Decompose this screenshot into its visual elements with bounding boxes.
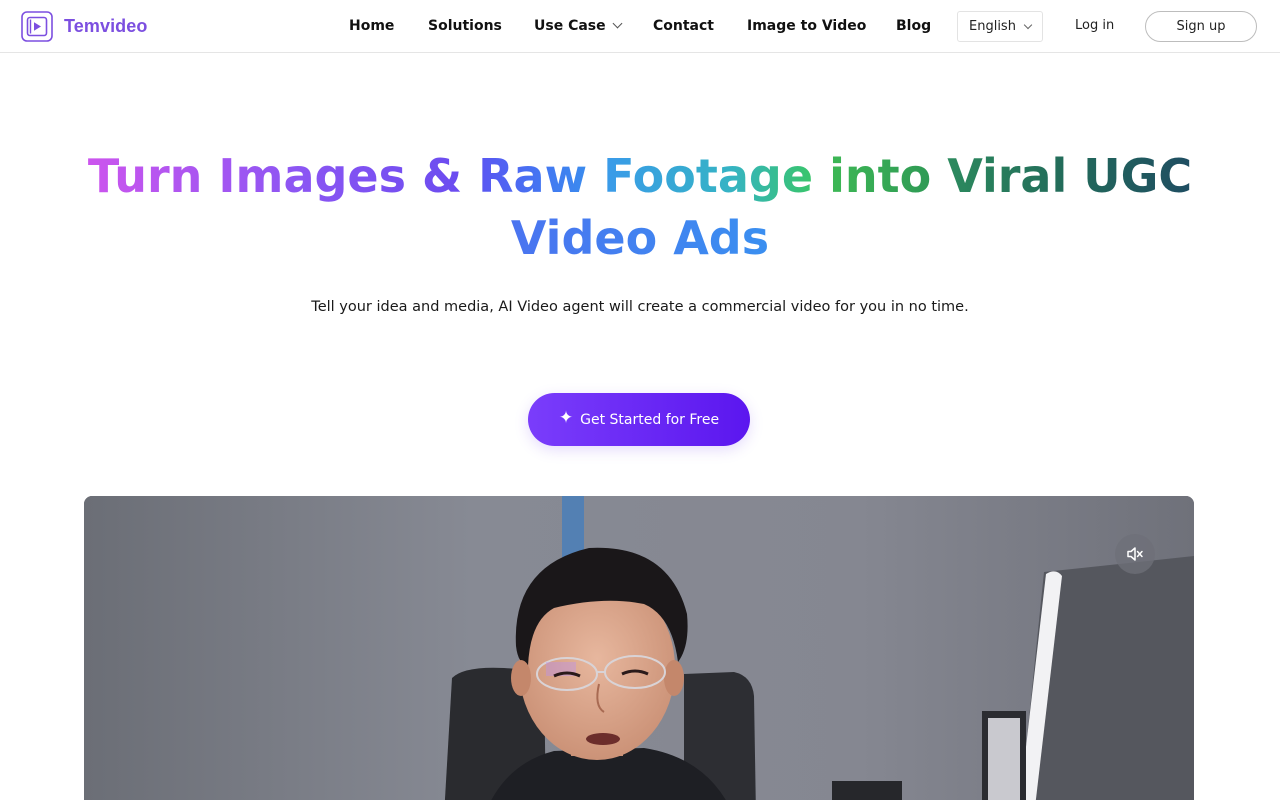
mute-toggle-button[interactable] — [1115, 534, 1155, 574]
language-label: English — [969, 19, 1016, 34]
hero-title-part: Viral UGC — [947, 149, 1193, 203]
nav-use-case[interactable]: Use Case — [534, 17, 623, 35]
hero-title-part: Raw — [478, 149, 588, 203]
hero-subtitle: Tell your idea and media, AI Video agent… — [311, 299, 969, 315]
hero-title-part: Turn Images & — [87, 149, 463, 203]
brand-name: Temvideo — [64, 16, 148, 36]
language-select[interactable]: English — [957, 11, 1043, 42]
site-header: Temvideo Home Solutions Use Case Contact… — [0, 0, 1280, 53]
hero-title: Turn Images & Raw Footage into Viral UGC… — [60, 145, 1220, 269]
signup-button[interactable]: Sign up — [1145, 11, 1257, 42]
demo-video[interactable] — [84, 496, 1194, 800]
video-logo-icon — [21, 11, 53, 42]
chevron-down-icon — [612, 18, 623, 29]
hero-title-part: Video Ads — [510, 211, 770, 265]
sparkle-icon: ✦ — [558, 408, 574, 428]
nav-contact[interactable]: Contact — [653, 17, 714, 35]
nav-home[interactable]: Home — [349, 17, 394, 35]
nav-image-to-video[interactable]: Image to Video — [747, 17, 866, 35]
chevron-down-icon — [1023, 20, 1033, 29]
video-frame — [84, 496, 1194, 800]
hero-title-part: Footage — [603, 149, 814, 203]
hero-title-part: into — [829, 149, 932, 203]
get-started-button[interactable]: ✦ Get Started for Free — [528, 393, 750, 446]
nav-blog[interactable]: Blog — [896, 17, 931, 35]
speaker-muted-icon — [1127, 547, 1143, 561]
brand-logo[interactable]: Temvideo — [21, 11, 148, 42]
nav-use-case-label: Use Case — [534, 18, 606, 34]
get-started-label: Get Started for Free — [580, 411, 720, 428]
nav-solutions[interactable]: Solutions — [428, 17, 502, 35]
login-link[interactable]: Log in — [1075, 17, 1114, 35]
